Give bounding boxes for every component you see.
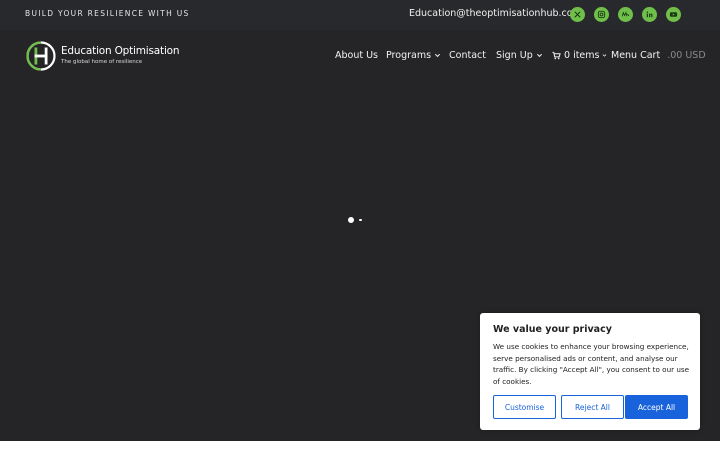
nav-about[interactable]: About Us bbox=[335, 50, 378, 61]
email-link[interactable]: Education@theoptimisationhub.com bbox=[409, 8, 582, 19]
nav-signup-label: Sign Up bbox=[496, 50, 533, 61]
nav-about-label: About Us bbox=[335, 50, 379, 61]
menu-cart-label: Menu Cart bbox=[611, 50, 661, 61]
nav-programs[interactable]: Programs bbox=[386, 50, 441, 61]
top-bar: BUILD YOUR RESILIENCE WITH US Education@… bbox=[0, 0, 720, 30]
nav-programs-label: Programs bbox=[386, 50, 432, 61]
tagline: BUILD YOUR RESILIENCE WITH US bbox=[25, 9, 190, 18]
page-background: BUILD YOUR RESILIENCE WITH US Education@… bbox=[0, 0, 720, 441]
cookie-title: We value your privacy bbox=[493, 324, 612, 335]
chevron-down-icon bbox=[536, 53, 542, 58]
linkedin-icon[interactable] bbox=[642, 7, 657, 22]
meetup-icon[interactable] bbox=[618, 7, 633, 22]
accept-all-button[interactable]: Accept All bbox=[625, 395, 688, 419]
cart-items-label: 0 items bbox=[564, 50, 600, 61]
social-links bbox=[570, 7, 681, 22]
customise-button[interactable]: Customise bbox=[493, 395, 556, 419]
x-icon[interactable] bbox=[570, 7, 585, 22]
nav-cart-items[interactable]: 0 items bbox=[552, 50, 607, 61]
chevron-down-icon bbox=[434, 53, 441, 58]
loader-dot bbox=[359, 218, 362, 222]
cart-icon bbox=[552, 51, 561, 60]
cookie-text: We use cookies to enhance your browsing … bbox=[493, 342, 690, 386]
nav-menu-cart[interactable]: Menu Cart .00 USD bbox=[611, 50, 706, 61]
brand-name[interactable]: Education Optimisation bbox=[61, 45, 180, 57]
nav-signup[interactable]: Sign Up bbox=[496, 50, 543, 61]
nav-contact[interactable]: Contact bbox=[449, 50, 486, 61]
instagram-icon[interactable] bbox=[594, 7, 609, 22]
brand-subtitle: The global home of resilience bbox=[61, 59, 143, 65]
nav-contact-label: Contact bbox=[449, 50, 486, 61]
loader-dot bbox=[348, 217, 354, 223]
chevron-down-icon bbox=[603, 54, 607, 57]
cart-price: .00 USD bbox=[667, 50, 706, 61]
reject-all-button[interactable]: Reject All bbox=[561, 395, 624, 419]
cookie-consent-banner: We value your privacy We use cookies to … bbox=[480, 313, 700, 430]
logo-icon[interactable] bbox=[25, 40, 57, 72]
loading-indicator bbox=[348, 217, 362, 223]
youtube-icon[interactable] bbox=[666, 7, 681, 22]
